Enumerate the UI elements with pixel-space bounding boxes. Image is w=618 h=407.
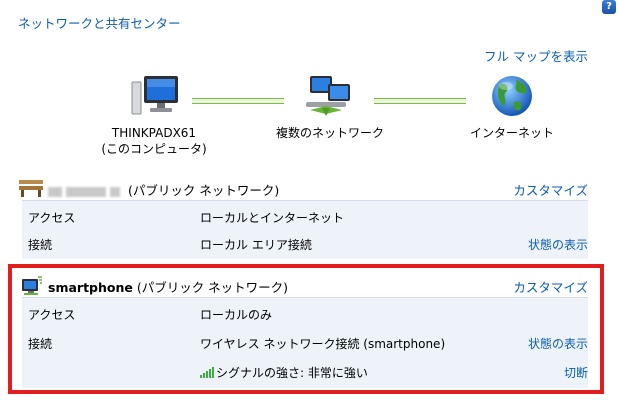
network1-connection-row: 接続 ローカル エリア接続 状態の表示 <box>22 230 588 258</box>
access-label: アクセス <box>28 211 76 225</box>
access-value: ローカルとインターネット <box>200 211 345 225</box>
network1-access-row: アクセス ローカルとインターネット <box>22 203 588 231</box>
connection-value: ワイヤレス ネットワーク接続 (smartphone) <box>200 337 446 351</box>
network2-details: アクセス ローカルのみ 接続 ワイヤレス ネットワーク接続 (smartphon… <box>22 297 588 388</box>
network2-access-row: アクセス ローカルのみ <box>22 300 588 328</box>
computer-node[interactable]: THINKPADX61 (このコンピュータ) <box>94 72 214 157</box>
network1-status-link[interactable]: 状態の表示 <box>528 236 588 253</box>
computer-caption: (このコンピュータ) <box>101 142 207 156</box>
access-value: ローカルのみ <box>200 308 273 322</box>
network1-type: (パブリック ネットワーク) <box>127 183 280 198</box>
redacted-name <box>48 186 62 197</box>
access-label: アクセス <box>28 308 76 322</box>
signal-text: シグナルの強さ: 非常に強い <box>216 366 368 380</box>
globe-icon <box>492 76 532 116</box>
connection-label: 接続 <box>28 238 53 252</box>
network2-name: smartphone (パブリック ネットワーク) <box>48 277 288 296</box>
network1-header: (パブリック ネットワーク) カスタマイズ <box>18 176 588 200</box>
network2-connection-row: 接続 ワイヤレス ネットワーク接続 (smartphone) 状態の表示 <box>22 329 588 357</box>
network2-header: smartphone (パブリック ネットワーク) カスタマイズ <box>18 273 588 297</box>
bench-icon <box>19 180 43 197</box>
network1-customize-link[interactable]: カスタマイズ <box>513 180 588 199</box>
network2-type: (パブリック ネットワーク) <box>132 280 289 295</box>
wireless-computer-icon <box>22 276 42 295</box>
redacted-name <box>110 186 120 197</box>
network2-signal-row: シグナルの強さ: 非常に強い 切断 <box>22 358 588 386</box>
signal-strength: シグナルの強さ: 非常に強い <box>200 364 368 381</box>
redacted-name <box>66 186 106 197</box>
multiple-networks-icon <box>306 76 350 116</box>
network1-details: アクセス ローカルとインターネット 接続 ローカル エリア接続 状態の表示 <box>22 200 588 259</box>
network2-ssid: smartphone <box>48 280 133 295</box>
computer-icon <box>131 76 178 115</box>
network2-status-link[interactable]: 状態の表示 <box>528 335 588 352</box>
breadcrumb-network-sharing-center[interactable]: ネットワークと共有センター <box>18 13 181 32</box>
internet-label: インターネット <box>469 126 554 140</box>
network1-name: (パブリック ネットワーク) <box>48 180 279 199</box>
networks-label: 複数のネットワーク <box>275 126 384 140</box>
help-icon[interactable]: ? <box>602 0 616 14</box>
connection-label: 接続 <box>28 337 53 351</box>
full-map-link[interactable]: フル マップを表示 <box>484 46 588 65</box>
network2-customize-link[interactable]: カスタマイズ <box>513 277 588 296</box>
internet-node[interactable]: インターネット <box>452 72 572 141</box>
connection-value: ローカル エリア接続 <box>200 238 312 252</box>
signal-bars-icon <box>200 367 214 378</box>
computer-name: THINKPADX61 <box>111 126 197 140</box>
networks-node[interactable]: 複数のネットワーク <box>270 72 390 141</box>
disconnect-link[interactable]: 切断 <box>564 364 588 381</box>
